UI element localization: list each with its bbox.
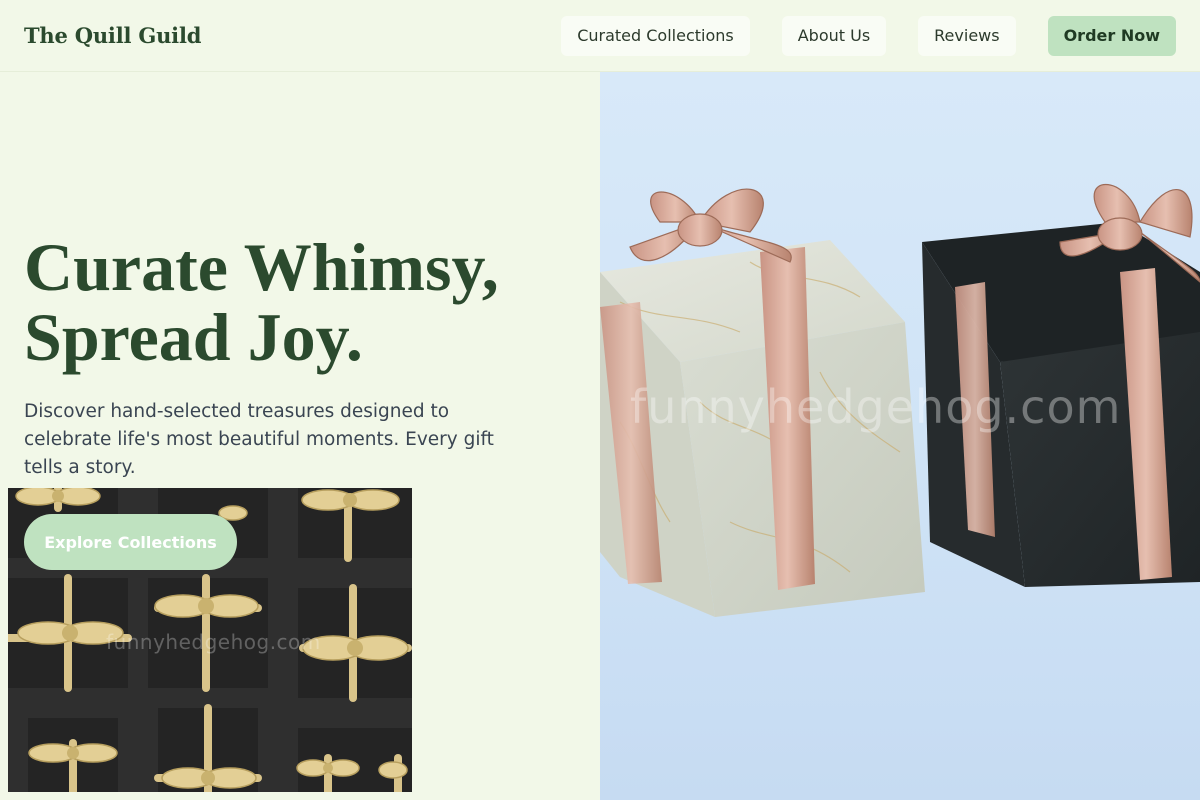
gift-boxes-art [600, 183, 1200, 617]
brand-logo[interactable]: The Quill Guild [24, 23, 201, 48]
main-nav: Curated Collections About Us Reviews Ord… [561, 15, 1176, 56]
nav-curated-collections[interactable]: Curated Collections [561, 15, 750, 56]
watermark-text-large: funnyhedgehog.com [630, 380, 1122, 434]
hero-subtitle: Discover hand-selected treasures designe… [24, 401, 494, 478]
hero-title-line-2: Spread Joy. [24, 299, 363, 375]
watermark-text-small: funnyhedgehog.com [106, 630, 321, 654]
nav-reviews[interactable]: Reviews [918, 15, 1016, 56]
hero-title: Curate Whimsy, Spread Joy. [24, 232, 584, 372]
nav-about-us[interactable]: About Us [781, 15, 887, 56]
explore-collections-button[interactable]: Explore Collections [24, 514, 237, 570]
hero-title-line-1: Curate Whimsy, [24, 229, 499, 305]
site-header: The Quill Guild Curated Collections Abou… [0, 0, 1200, 72]
order-now-button[interactable]: Order Now [1047, 15, 1176, 56]
hero-gift-boxes-image [600, 72, 1200, 800]
